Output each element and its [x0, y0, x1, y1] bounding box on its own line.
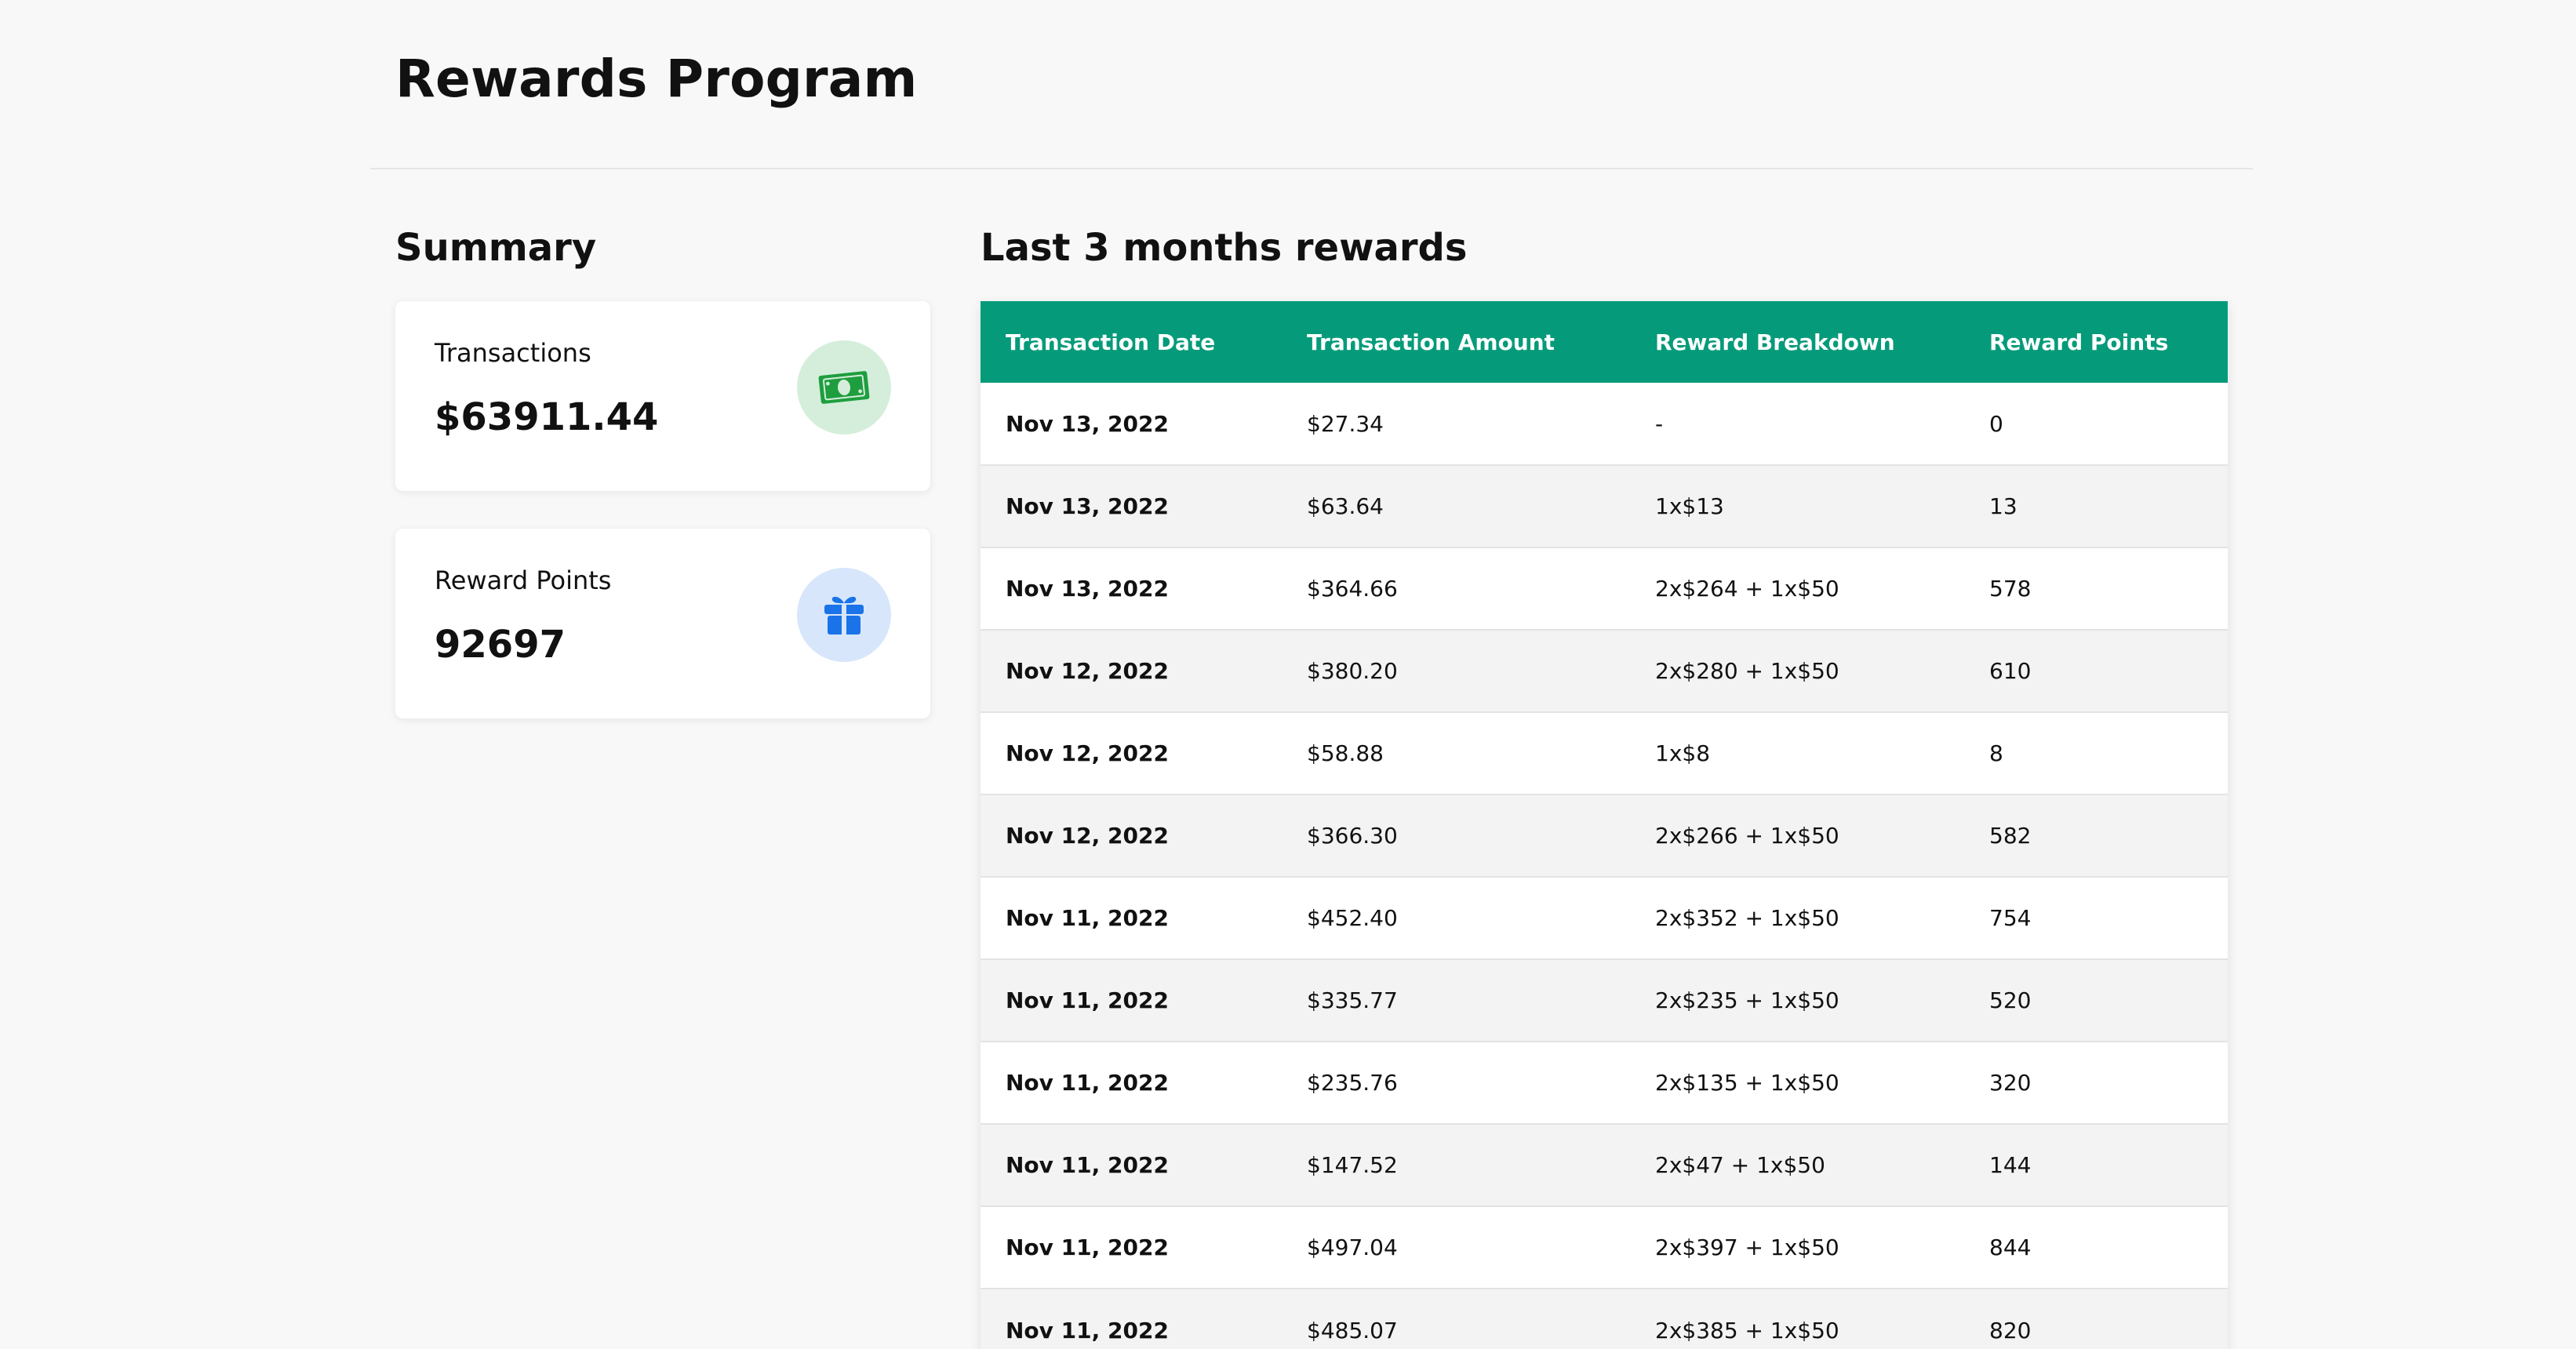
cell-transaction-amount: $366.30 — [1282, 794, 1630, 877]
money-icon — [797, 340, 891, 435]
column-header-reward-points: Reward Points — [1964, 301, 2228, 383]
cell-transaction-date: Nov 12, 2022 — [981, 629, 1282, 712]
cell-transaction-date: Nov 13, 2022 — [981, 547, 1282, 630]
header-divider — [370, 168, 2253, 169]
rewards-section: Last 3 months rewards Transaction Date T… — [981, 229, 2228, 1349]
cell-reward-breakdown: 1x$13 — [1630, 464, 1964, 547]
cell-transaction-amount: $63.64 — [1282, 464, 1630, 547]
cell-reward-breakdown: 2x$47 + 1x$50 — [1630, 1123, 1964, 1206]
cell-transaction-date: Nov 11, 2022 — [981, 1123, 1282, 1206]
table-row: Nov 11, 2022 $497.04 2x$397 + 1x$50 844 — [981, 1205, 2228, 1289]
cell-reward-points: 320 — [1964, 1041, 2228, 1124]
cell-transaction-date: Nov 13, 2022 — [981, 464, 1282, 547]
cell-transaction-amount: $335.77 — [1282, 958, 1630, 1042]
rewards-table-container: Transaction Date Transaction Amount Rewa… — [981, 301, 2228, 1349]
page-container: Rewards Program Summary Transactions $63… — [370, 0, 2253, 1349]
cell-transaction-date: Nov 13, 2022 — [1006, 410, 1169, 437]
table-row: Nov 12, 2022 $380.20 2x$280 + 1x$50 610 — [981, 629, 2228, 712]
cell-reward-breakdown: 1x$8 — [1630, 711, 1964, 794]
cell-transaction-amount: $27.34 — [1307, 410, 1384, 437]
gift-icon — [797, 568, 891, 662]
cell-transaction-amount: $452.40 — [1282, 876, 1630, 959]
table-row: Nov 11, 2022 $147.52 2x$47 + 1x$50 144 — [981, 1123, 2228, 1206]
cell-reward-points: 844 — [1964, 1205, 2228, 1289]
column-header-transaction-date: Transaction Date — [981, 301, 1282, 383]
cell-reward-points: 520 — [1964, 958, 2228, 1042]
table-row: Nov 11, 2022 $485.07 2x$385 + 1x$50 820 — [981, 1288, 2228, 1349]
table-row: Nov 13, 2022 $27.34 - 0 — [981, 383, 2228, 465]
cell-transaction-date: Nov 12, 2022 — [981, 711, 1282, 794]
cell-transaction-amount: $58.88 — [1282, 711, 1630, 794]
cell-reward-breakdown: 2x$280 + 1x$50 — [1630, 629, 1964, 712]
cell-transaction-amount: $380.20 — [1282, 629, 1630, 712]
reward-points-card: Reward Points 92697 — [395, 529, 930, 718]
cell-reward-points: 582 — [1964, 794, 2228, 877]
cell-reward-points: 8 — [1964, 711, 2228, 794]
cell-reward-points: 610 — [1964, 629, 2228, 712]
summary-title: Summary — [395, 226, 597, 270]
cell-transaction-amount: $364.66 — [1282, 547, 1630, 630]
cell-reward-points: 144 — [1964, 1123, 2228, 1206]
table-row: Nov 13, 2022 $364.66 2x$264 + 1x$50 578 — [981, 547, 2228, 630]
column-header-transaction-amount: Transaction Amount — [1282, 301, 1630, 383]
page-title: Rewards Program — [395, 49, 918, 109]
cell-transaction-date: Nov 11, 2022 — [981, 1288, 1282, 1349]
cell-reward-breakdown: 2x$264 + 1x$50 — [1630, 547, 1964, 630]
table-header-row: Transaction Date Transaction Amount Rewa… — [981, 301, 2228, 383]
table-row: Nov 11, 2022 $235.76 2x$135 + 1x$50 320 — [981, 1041, 2228, 1124]
cell-transaction-amount: $485.07 — [1282, 1288, 1630, 1349]
cell-reward-points: 578 — [1964, 547, 2228, 630]
summary-section: Summary Transactions $63911.44 Reward Po… — [395, 229, 930, 718]
cell-reward-breakdown: 2x$135 + 1x$50 — [1630, 1041, 1964, 1124]
transactions-card: Transactions $63911.44 — [395, 301, 930, 491]
table-row: Nov 13, 2022 $63.64 1x$13 13 — [981, 464, 2228, 547]
cell-reward-breakdown: 2x$235 + 1x$50 — [1630, 958, 1964, 1042]
table-row: Nov 12, 2022 $366.30 2x$266 + 1x$50 582 — [981, 794, 2228, 877]
cell-reward-breakdown: 2x$397 + 1x$50 — [1630, 1205, 1964, 1289]
table-row: Nov 12, 2022 $58.88 1x$8 8 — [981, 711, 2228, 794]
table-row: Nov 11, 2022 $452.40 2x$352 + 1x$50 754 — [981, 876, 2228, 959]
cell-reward-points: 13 — [1964, 464, 2228, 547]
cell-reward-points: 754 — [1964, 876, 2228, 959]
cell-transaction-amount: $147.52 — [1282, 1123, 1630, 1206]
cell-transaction-amount: $497.04 — [1282, 1205, 1630, 1289]
cell-transaction-date: Nov 11, 2022 — [981, 1205, 1282, 1289]
cell-transaction-date: Nov 11, 2022 — [981, 876, 1282, 959]
table-row: Nov 11, 2022 $335.77 2x$235 + 1x$50 520 — [981, 958, 2228, 1042]
cell-reward-points: 820 — [1964, 1288, 2228, 1349]
cell-reward-breakdown: 2x$385 + 1x$50 — [1630, 1288, 1964, 1349]
rewards-table: Transaction Date Transaction Amount Rewa… — [981, 301, 2228, 1349]
rewards-title: Last 3 months rewards — [981, 226, 1468, 270]
column-header-reward-breakdown: Reward Breakdown — [1630, 301, 1964, 383]
cell-reward-breakdown: - — [1655, 410, 1664, 437]
cell-reward-points: 0 — [1989, 410, 2003, 437]
cell-reward-breakdown: 2x$266 + 1x$50 — [1630, 794, 1964, 877]
cell-transaction-date: Nov 11, 2022 — [981, 1041, 1282, 1124]
cell-transaction-date: Nov 11, 2022 — [981, 958, 1282, 1042]
cell-transaction-date: Nov 12, 2022 — [981, 794, 1282, 877]
cell-reward-breakdown: 2x$352 + 1x$50 — [1630, 876, 1964, 959]
cell-transaction-amount: $235.76 — [1282, 1041, 1630, 1124]
